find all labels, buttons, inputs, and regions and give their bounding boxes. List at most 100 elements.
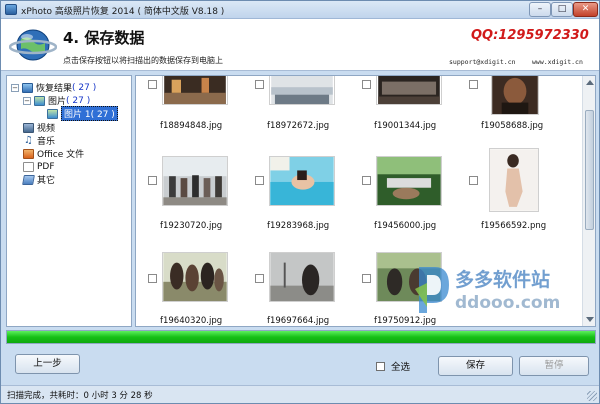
file-item[interactable]: f18972672.jpg — [255, 76, 355, 158]
close-button[interactable]: ✕ — [573, 2, 598, 17]
file-checkbox[interactable] — [148, 176, 157, 185]
maximize-button[interactable]: □ — [551, 2, 573, 17]
pdf-icon — [23, 161, 34, 172]
save-button[interactable]: 保存 — [438, 356, 513, 376]
thumbnail-image — [269, 252, 335, 302]
support-email: support@xdigit.cn — [449, 58, 516, 66]
previous-step-button[interactable]: 上一步 — [15, 354, 80, 374]
file-name: f19001344.jpg — [374, 121, 437, 131]
file-name: f19640320.jpg — [160, 316, 223, 326]
title-bar: xPhoto 高级照片恢复 2014 ( 简体中文版 V8.18 ) – □ ✕ — [1, 1, 599, 19]
resize-grip-icon[interactable] — [587, 391, 597, 401]
tree-node-label: Office 文件 — [37, 150, 85, 160]
file-checkbox[interactable] — [148, 274, 157, 283]
tree-node-label: 音乐 — [37, 137, 56, 147]
progress-fill — [7, 331, 595, 343]
file-name: f19230720.jpg — [160, 221, 223, 231]
picture-icon — [47, 108, 58, 119]
file-item[interactable]: f19697664.jpg — [255, 240, 355, 326]
file-checkbox[interactable] — [255, 274, 264, 283]
file-name: f18972672.jpg — [267, 121, 330, 131]
category-tree: − 恢复结果 ( 27 ) − 图片 ( 27 ) 图片 1( 27 ) 视频 … — [6, 75, 132, 327]
pause-button[interactable]: 暂停 — [519, 356, 589, 376]
collapse-icon[interactable]: − — [23, 96, 31, 105]
tree-node-label: 恢复结果 — [36, 84, 73, 94]
file-checkbox[interactable] — [148, 80, 157, 89]
progress-bar — [6, 330, 596, 344]
file-item[interactable]: f19001344.jpg — [362, 76, 462, 158]
file-checkbox[interactable] — [255, 176, 264, 185]
file-name: f19283968.jpg — [267, 221, 330, 231]
file-checkbox[interactable] — [469, 176, 478, 185]
thumbnail-image — [269, 76, 335, 105]
video-icon — [23, 122, 34, 133]
tree-node-label: PDF — [37, 161, 55, 172]
window-title: xPhoto 高级照片恢复 2014 ( 简体中文版 V8.18 ) — [21, 7, 225, 17]
thumbnail-image — [376, 252, 442, 302]
tree-node-office[interactable]: Office 文件 — [23, 147, 84, 160]
file-name: f19456000.jpg — [374, 221, 437, 231]
file-checkbox[interactable] — [362, 80, 371, 89]
file-name: f18894848.jpg — [160, 121, 223, 131]
computer-icon — [22, 82, 33, 93]
tree-node-root[interactable]: − 恢复结果 ( 27 ) — [11, 81, 96, 94]
file-item[interactable]: f19283968.jpg — [255, 154, 355, 236]
app-window: xPhoto 高级照片恢复 2014 ( 简体中文版 V8.18 ) – □ ✕… — [0, 0, 600, 404]
globe-logo-icon — [9, 29, 57, 61]
minimize-button[interactable]: – — [529, 2, 551, 17]
tree-node-label: 图片 1( 27 ) — [61, 106, 118, 121]
file-checkbox[interactable] — [362, 176, 371, 185]
file-grid: f18894848.jpg f18972672.jpg f19001344.jp… — [135, 75, 596, 327]
file-checkbox[interactable] — [255, 80, 264, 89]
file-name: f19566592.png — [481, 221, 547, 231]
website-link[interactable]: www.xdigit.cn — [532, 58, 583, 66]
file-name: f19697664.jpg — [267, 316, 330, 326]
thumbnail-image — [162, 252, 228, 302]
picture-icon — [34, 95, 45, 106]
file-checkbox[interactable] — [469, 80, 478, 89]
thumbnail-image — [162, 156, 228, 206]
file-item[interactable]: f19640320.jpg — [148, 240, 248, 326]
thumbnail-image — [269, 156, 335, 206]
tree-node-count: ( 27 ) — [66, 95, 91, 106]
file-item[interactable]: f19230720.jpg — [148, 154, 248, 236]
file-item[interactable]: f18894848.jpg — [148, 76, 248, 158]
collapse-icon[interactable]: − — [11, 83, 19, 92]
thumbnail-image — [162, 76, 228, 105]
file-checkbox[interactable] — [362, 274, 371, 283]
tree-node-video[interactable]: 视频 — [23, 121, 55, 134]
thumbnail-image — [491, 76, 539, 115]
step-subtitle: 点击保存按钮以将扫描出的数据保存到电脑上 — [63, 56, 223, 65]
scroll-up-icon[interactable] — [586, 80, 594, 85]
thumbnail-image — [489, 148, 539, 212]
status-bar: 扫描完成，共耗时：0 小时 3 分 28 秒 — [1, 385, 599, 403]
file-name: f19750912.jpg — [374, 316, 437, 326]
app-icon — [5, 4, 17, 15]
checkbox-box[interactable] — [376, 361, 385, 371]
tree-node-other[interactable]: 其它 — [22, 173, 56, 186]
tree-node-count: ( 27 ) — [72, 82, 97, 93]
tree-node-label: 视频 — [37, 124, 56, 134]
status-text: 扫描完成，共耗时：0 小时 3 分 28 秒 — [7, 391, 153, 401]
file-name: f19058688.jpg — [481, 121, 544, 131]
file-item[interactable]: f19750912.jpg — [362, 240, 462, 326]
tree-node-pictures-1[interactable]: 图片 1( 27 ) — [47, 106, 118, 121]
tree-node-label: 其它 — [37, 176, 56, 186]
header-banner: 4. 保存数据 点击保存按钮以将扫描出的数据保存到电脑上 QQ:12959723… — [1, 19, 599, 71]
file-item[interactable]: f19456000.jpg — [362, 154, 462, 236]
scrollbar-thumb[interactable] — [585, 110, 594, 230]
scroll-down-icon[interactable] — [586, 317, 594, 322]
office-icon — [23, 148, 34, 159]
music-icon: ♫ — [24, 134, 33, 146]
tree-node-music[interactable]: ♫ 音乐 — [23, 134, 55, 147]
select-all-checkbox[interactable]: 全选 — [376, 359, 410, 373]
file-item[interactable]: f19566592.png — [469, 148, 569, 236]
step-title: 4. 保存数据 — [63, 29, 145, 47]
thumbnail-image — [376, 76, 442, 105]
qq-contact: QQ:1295972330 — [471, 28, 589, 43]
tree-node-pdf[interactable]: PDF — [23, 160, 55, 173]
file-item[interactable]: f19058688.jpg — [469, 76, 569, 158]
vertical-scrollbar[interactable] — [582, 76, 595, 326]
select-all-label: 全选 — [391, 362, 411, 373]
thumbnail-image — [376, 156, 442, 206]
